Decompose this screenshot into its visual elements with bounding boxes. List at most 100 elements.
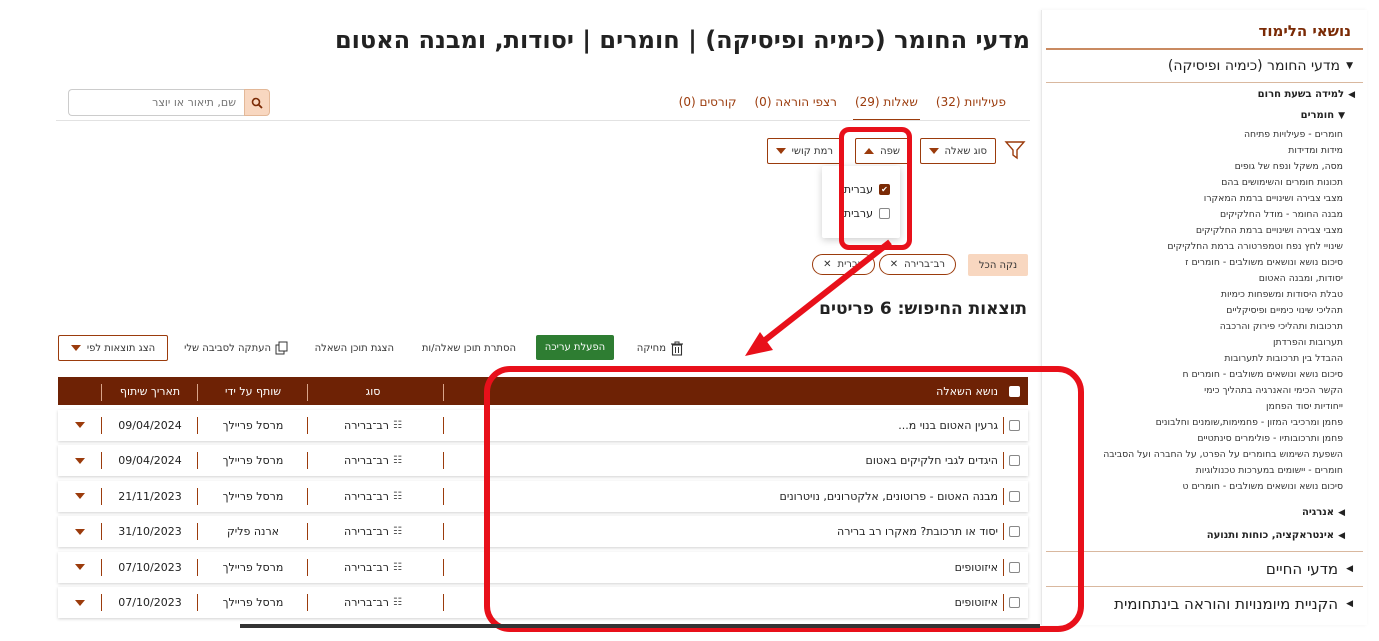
chevron-down-icon <box>75 493 85 499</box>
question-subject[interactable]: איזוטופים <box>442 552 1002 583</box>
sidebar-leaf-item[interactable]: יסודות, ומבנה האטום <box>1048 271 1343 287</box>
tab-activities[interactable]: פעילויות (32) <box>934 93 1008 121</box>
table-row[interactable]: היגדים לגבי חלקיקים באטום ☷ רב־ברירה מרסל פ… <box>58 445 1028 476</box>
clear-all-button[interactable]: נקה הכל <box>968 254 1028 276</box>
row-expand-button[interactable] <box>58 552 102 583</box>
question-type-cell: ☷ רב־ברירה <box>308 552 438 583</box>
delete-button[interactable]: מחיקה <box>637 335 684 361</box>
row-checkbox[interactable] <box>1008 526 1020 537</box>
triangle-down-icon <box>70 345 81 351</box>
enable-edit-button[interactable]: הפעלת עריכה <box>536 335 614 360</box>
row-checkbox[interactable] <box>1008 419 1020 431</box>
sidebar-leaf-item[interactable]: מצבי צבירה ושינויים ברמת המאקרו <box>1048 191 1343 207</box>
tab-questions[interactable]: שאלות (29) <box>852 93 920 121</box>
show-results-by-dropdown[interactable]: הצג תוצאות לפי <box>58 335 168 361</box>
search-input[interactable] <box>68 89 244 116</box>
tab-teaching-sequences[interactable]: רצפי הוראה (0) <box>752 93 838 121</box>
table-row[interactable]: איזוטופים ☷ רב־ברירה מרסל פריילך 07/10/2023 <box>58 551 1028 583</box>
caret-down-icon: ▼ <box>1346 61 1353 71</box>
sidebar-leaf-item[interactable]: סיכום נושא ונושאים משולבים - חומרים ח <box>1048 367 1343 383</box>
show-by-label: הצג תוצאות לפי <box>86 342 156 354</box>
row-expand-button[interactable] <box>58 445 102 476</box>
question-type-cell: ☷ רב־ברירה <box>308 587 438 618</box>
sidebar-leaf-item[interactable]: טבלת היסודות ומשפחות כימיות <box>1048 287 1343 303</box>
column-separator <box>443 558 444 576</box>
sidebar-leaf-item[interactable]: השפעת השימוש בחומרים על הפרט, על החברה ו… <box>1048 447 1343 463</box>
header-shared-by[interactable]: שותף על ידי <box>198 377 308 405</box>
difficulty-filter[interactable]: רמת קושי <box>766 138 842 164</box>
header-subject[interactable]: נושא השאלה <box>442 377 1002 405</box>
language-option-hebrew[interactable]: ✔ עברית <box>822 177 900 201</box>
row-expand-button[interactable] <box>58 587 102 618</box>
hide-content-button[interactable]: הסתרת תוכן שאלה/ות <box>422 335 516 361</box>
table-row[interactable]: איזוטופים ☷ רב־ברירה מרסל פריילך 07/10/2023 <box>58 587 1028 618</box>
row-expand-button[interactable] <box>58 516 102 547</box>
filter-icon[interactable] <box>1004 139 1026 161</box>
sidebar-leaf-item[interactable]: פחמן ותרכובותיו - פולימרים סינתטיים <box>1048 431 1343 447</box>
language-filter[interactable]: שפה <box>855 138 909 164</box>
bottom-scrollbar[interactable] <box>240 624 1040 628</box>
sidebar-leaf-item[interactable]: תהליכי שינוי כימיים ופיסיקליים <box>1048 303 1343 319</box>
checkbox-checked[interactable]: ✔ <box>879 183 890 195</box>
sidebar-item-energy[interactable]: ◀ אנרגיה <box>1042 501 1367 524</box>
question-subject[interactable]: גרעין האטום בנוי מ... <box>442 410 1002 441</box>
language-dropdown-menu: ✔ עברית ערבית <box>822 166 900 238</box>
sidebar-leaf-item[interactable]: מבנה החומר - מודל החלקיקים <box>1048 207 1343 223</box>
question-type-filter[interactable]: סוג שאלה <box>919 138 996 164</box>
header-date[interactable]: תאריך שיתוף <box>102 377 198 405</box>
sidebar-leaf-item[interactable]: תערובות והפרדתן <box>1048 335 1343 351</box>
question-subject[interactable]: מבנה האטום - פרוטונים, אלקטרונים, נויטרו… <box>442 481 1002 512</box>
row-checkbox[interactable] <box>1008 455 1020 466</box>
language-option-arabic[interactable]: ערבית <box>822 201 900 225</box>
sidebar-leaf-item[interactable]: ייחודיות יסוד הפחמן <box>1048 399 1343 415</box>
row-checkbox[interactable] <box>1008 561 1020 573</box>
question-subject[interactable]: איזוטופים <box>442 587 1002 618</box>
sidebar-item-emergency-learning[interactable]: ◀ למידה בשעת חרום <box>1042 83 1367 104</box>
sidebar-leaf-item[interactable]: שינויי לחץ נפח וטמפרטורה ברמת החלקיקים <box>1048 239 1343 255</box>
show-content-button[interactable]: הצגת תוכן השאלה <box>315 335 394 361</box>
sidebar-leaf-item[interactable]: חומרים - יישומים במערכות טכנולוגיות <box>1048 463 1343 479</box>
triangle-down-icon <box>928 148 939 154</box>
select-all-checkbox[interactable] <box>1008 385 1020 397</box>
sidebar-leaf-item[interactable]: מסה, משקל ונפח של גופים <box>1048 159 1343 175</box>
checkbox[interactable] <box>879 207 890 219</box>
table-row[interactable]: יסוד או תרכובת? מאקרו רב ברירה ☷ רב־ברירה א… <box>58 516 1028 547</box>
share-date: 21/11/2023 <box>118 489 182 503</box>
question-subject[interactable]: היגדים לגבי חלקיקים באטום <box>442 445 1002 476</box>
row-expand-button[interactable] <box>58 410 102 441</box>
table-row[interactable]: מבנה האטום - פרוטונים, אלקטרונים, נויטרו… <box>58 480 1028 512</box>
sidebar-item-materials[interactable]: ▼ חומרים <box>1042 104 1367 125</box>
sidebar-leaf-item[interactable]: הקשר הכימי והאנרגיה בתהליך כימי <box>1048 383 1343 399</box>
questions-table: נושא השאלה סוג שותף על ידי תאריך שיתוף ג… <box>58 377 1028 618</box>
column-separator <box>443 594 444 611</box>
sidebar-leaf-item[interactable]: פחמן ומרכיבי המזון - פחמימות,שומנים וחלב… <box>1048 415 1343 431</box>
sidebar-main-topic[interactable]: ▼ מדעי החומר (כימיה ופיסיקה) <box>1046 50 1363 83</box>
caret-down-icon: ▼ <box>1338 110 1345 121</box>
search-box <box>68 89 270 116</box>
row-checkbox[interactable] <box>1008 597 1020 608</box>
content-tabs: פעילויות (32) שאלות (29) רצפי הוראה (0) … <box>677 93 1008 121</box>
sidebar-section-life-sciences[interactable]: ◀ מדעי החיים <box>1046 551 1363 586</box>
sidebar-leaf-item[interactable]: חומרים - פעילויות פתיחה <box>1048 127 1343 143</box>
tab-courses[interactable]: קורסים (0) <box>677 93 739 121</box>
sidebar-leaf-item[interactable]: תרכובות ותהליכי פירוק והרכבה <box>1048 319 1343 335</box>
question-subject[interactable]: יסוד או תרכובת? מאקרו רב ברירה <box>442 516 1002 547</box>
sidebar-leaf-item[interactable]: סיכום נושא ונושאים משולבים - חומרים ט <box>1048 479 1344 495</box>
sidebar-section-skills[interactable]: ◀ הקניית מיומנויות והוראה בינתחומית <box>1046 586 1363 621</box>
close-icon[interactable]: ✕ <box>823 259 831 270</box>
column-separator <box>1003 452 1004 469</box>
copy-to-my-env-button[interactable]: העתקה לסביבה שלי <box>184 335 288 361</box>
header-type[interactable]: סוג <box>308 377 438 405</box>
close-icon[interactable]: ✕ <box>890 259 898 270</box>
topics-sidebar: נושאי הלימוד ▼ מדעי החומר (כימיה ופיסיקה… <box>1041 10 1367 625</box>
row-expand-button[interactable] <box>58 481 102 512</box>
sidebar-leaf-item[interactable]: ההבדל בין תרכובות לתערובות <box>1048 351 1343 367</box>
sidebar-leaf-item[interactable]: מידות ומדידות <box>1048 143 1343 159</box>
row-checkbox[interactable] <box>1008 490 1020 502</box>
table-row[interactable]: גרעין האטום בנוי מ... ☷ רב־ברירה מרסל פרייל… <box>58 409 1028 441</box>
sidebar-item-interaction[interactable]: ◀ אינטראקציה, כוחות ותנועה <box>1042 524 1367 547</box>
sidebar-leaf-item[interactable]: מצבי צבירה ושינויים ברמת החלקיקים <box>1048 223 1343 239</box>
sidebar-leaf-item[interactable]: תכונות חומרים והשימושים בהם <box>1048 175 1343 191</box>
search-button[interactable] <box>244 89 270 116</box>
sidebar-leaf-item[interactable]: סיכום נושא ונושאים משולבים - חומרים ז <box>1048 255 1343 271</box>
